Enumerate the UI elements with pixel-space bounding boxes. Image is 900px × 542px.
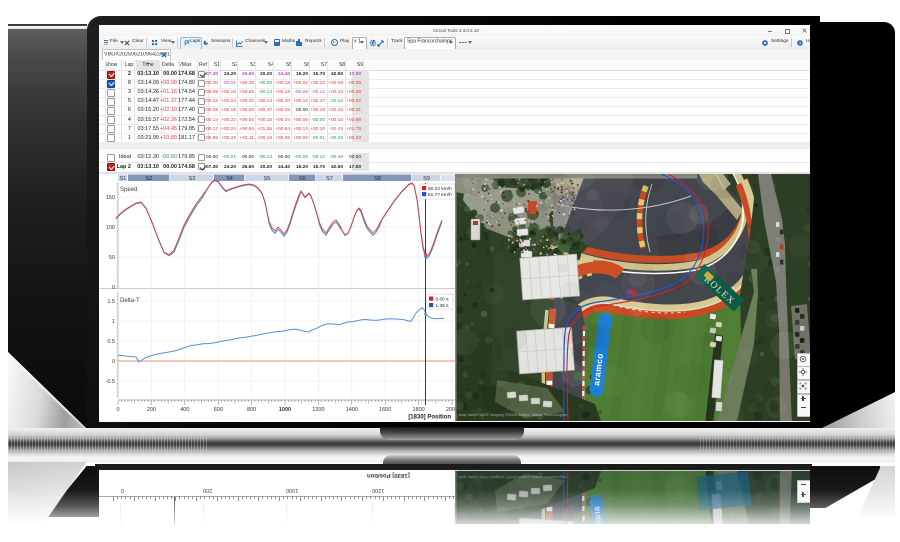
svg-text:1200: 1200 [312,407,324,413]
svg-text:S6: S6 [299,176,306,182]
svg-text:1000: 1000 [279,407,291,413]
svg-text:0: 0 [112,359,115,365]
svg-text:0.00 s: 0.00 s [436,297,450,303]
svg-text:S3: S3 [189,176,196,182]
svg-text:-0.5: -0.5 [106,379,115,385]
svg-text:61.77 km/h: 61.77 km/h [428,192,452,198]
svg-text:S4: S4 [226,176,233,182]
svg-text:?: ? [799,40,802,45]
svg-text:200: 200 [147,407,156,413]
svg-text:400: 400 [180,407,189,413]
svg-text:1400: 1400 [346,407,358,413]
svg-text:600: 600 [214,407,223,413]
svg-text:Delta-T: Delta-T [120,298,140,304]
svg-text:Map data ©2025 Imagery ©2025: Map data ©2025 Imagery ©2025 Airbus, Max… [459,412,567,417]
svg-text:1600: 1600 [379,407,391,413]
svg-text:1800: 1800 [412,407,424,413]
svg-text:100: 100 [106,225,115,231]
svg-text:0.5: 0.5 [107,339,115,345]
svg-text:1: 1 [112,319,115,325]
svg-text:S1: S1 [120,176,127,182]
svg-text:50: 50 [109,255,115,261]
svg-text:150: 150 [106,195,115,201]
svg-text:0: 0 [116,407,119,413]
svg-text:S8: S8 [374,176,381,182]
svg-text:Speed: Speed [120,187,137,193]
svg-text:1.38 s: 1.38 s [436,303,450,309]
svg-text:0: 0 [112,285,115,291]
svg-text:S2: S2 [146,176,153,182]
svg-text:800: 800 [247,407,256,413]
svg-text:1.5: 1.5 [107,299,115,305]
svg-text:S7: S7 [326,176,333,182]
svg-text:60.22 km/h: 60.22 km/h [428,186,452,192]
svg-text:S9: S9 [423,176,430,182]
svg-text:S5: S5 [264,176,271,182]
svg-text:[1830] Position: [1830] Position [408,415,451,421]
